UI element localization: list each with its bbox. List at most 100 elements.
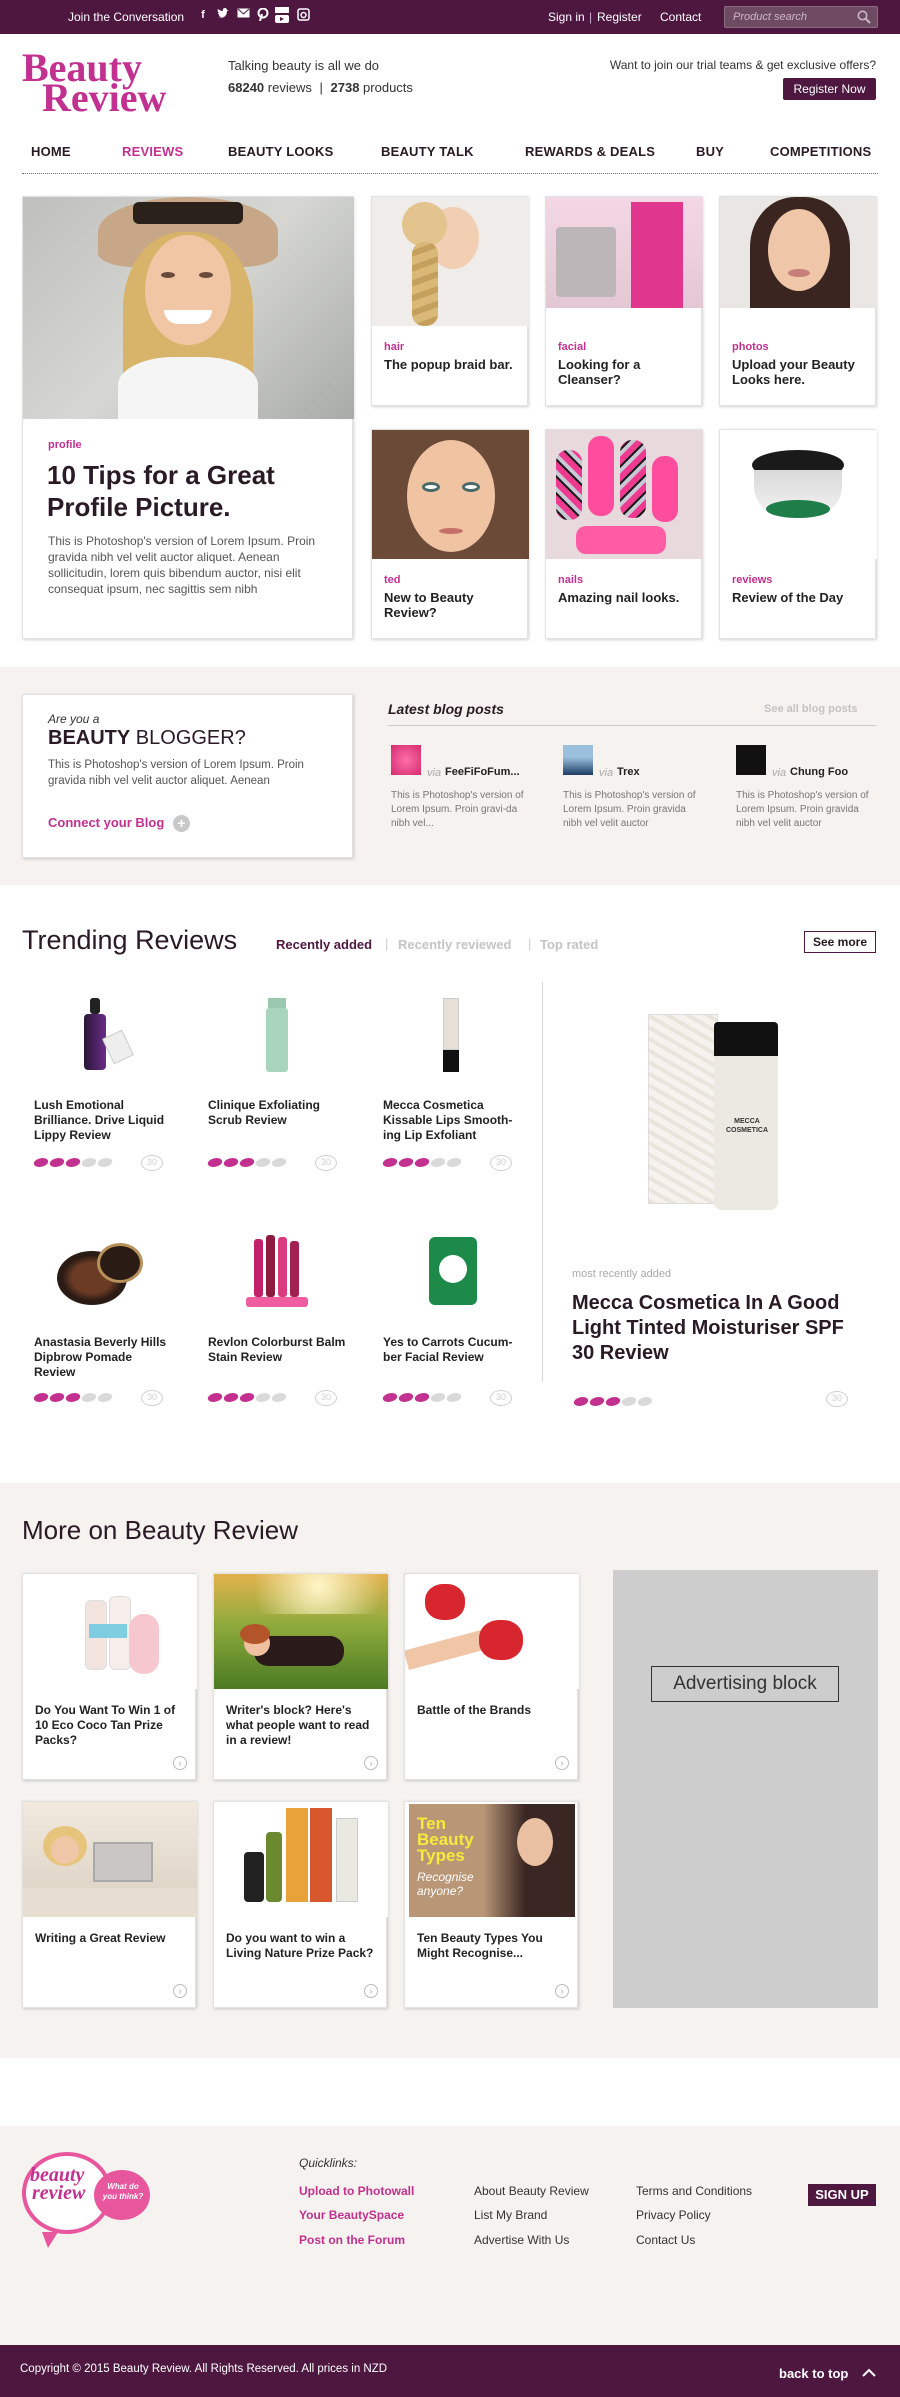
lip-rating-icon xyxy=(413,1158,431,1167)
recognise-label: Recognise anyone? xyxy=(417,1870,474,1898)
product-image xyxy=(411,1233,491,1313)
email-icon[interactable] xyxy=(236,8,250,22)
copyright-text: Copyright © 2015 Beauty Review. All Righ… xyxy=(20,2363,388,2375)
product-card[interactable]: Anastasia Beverly Hills Dipbrow Pomade R… xyxy=(22,1225,182,1410)
footer-link-upload-photowall[interactable]: Upload to Photowall xyxy=(299,2184,414,2198)
back-to-top-link[interactable]: back to top xyxy=(779,2366,848,2381)
reviews-count: 68240 xyxy=(228,80,265,95)
tile-image-braid xyxy=(372,197,529,326)
nav-buy[interactable]: BUY xyxy=(696,144,724,159)
chevron-up-icon[interactable] xyxy=(862,2365,876,2383)
footer-link-list-brand[interactable]: List My Brand xyxy=(474,2208,547,2222)
tile-card[interactable]: facial Looking for a Cleanser? xyxy=(545,196,703,406)
instagram-icon[interactable] xyxy=(296,8,310,22)
article-card[interactable]: Ten Beauty Types Recognise anyone? Ten B… xyxy=(404,1801,578,2008)
footer-link-beautyspace[interactable]: Your BeautySpace xyxy=(299,2208,404,2222)
article-card[interactable]: Do you want to win a Living Nature Prize… xyxy=(213,1801,388,2008)
tile-card[interactable]: photos Upload your Beauty Looks here. xyxy=(719,196,877,406)
arrow-right-icon[interactable]: › xyxy=(173,1984,187,1998)
product-card[interactable]: Clinique Exfoliating Scrub Review 30 xyxy=(196,990,356,1175)
tab-recently-reviewed[interactable]: Recently reviewed xyxy=(398,937,511,952)
article-card[interactable]: Writer's block? Here's what people want … xyxy=(213,1573,388,1780)
youtube-icon[interactable] xyxy=(275,7,289,23)
plus-icon[interactable]: + xyxy=(173,815,190,832)
footer-link-forum[interactable]: Post on the Forum xyxy=(299,2233,405,2247)
comment-bubble-icon: 30 xyxy=(141,1390,163,1406)
blog-post[interactable]: via FeeFiFoFum... This is Photoshop's ve… xyxy=(391,745,531,845)
beauty-review-logo[interactable]: Beauty Review xyxy=(22,48,197,120)
product-card[interactable]: Lush Emotional Brilliance. Drive Liquid … xyxy=(22,990,182,1175)
product-image xyxy=(62,998,142,1073)
article-title: Writer's block? Here's what people want … xyxy=(226,1703,370,1747)
comment-bubble-icon: 30 xyxy=(315,1390,337,1406)
via-text: via xyxy=(427,767,442,779)
see-more-button[interactable]: See more xyxy=(804,931,876,953)
footer-link-contact[interactable]: Contact Us xyxy=(636,2233,695,2247)
footer-link-advertise[interactable]: Advertise With Us xyxy=(474,2233,569,2247)
tile-card[interactable]: reviews Review of the Day xyxy=(719,429,877,639)
nav-rewards-deals[interactable]: REWARDS & DEALS xyxy=(525,144,655,159)
arrow-right-icon[interactable]: › xyxy=(173,1756,187,1770)
contact-link[interactable]: Contact xyxy=(660,10,701,24)
blog-excerpt: This is Photoshop's version of Lorem Ips… xyxy=(736,790,869,829)
via-text: via xyxy=(599,767,614,779)
nav-reviews[interactable]: REVIEWS xyxy=(122,144,183,159)
nav-competitions[interactable]: COMPETITIONS xyxy=(770,144,871,159)
advertising-block[interactable]: Advertising block xyxy=(613,1570,878,2008)
arrow-right-icon[interactable]: › xyxy=(364,1984,378,1998)
blog-author: Chung Foo xyxy=(790,766,849,778)
featured-product[interactable]: MECCA COSMETICA most recently added Mecc… xyxy=(556,982,878,1417)
see-all-blog-link[interactable]: See all blog posts xyxy=(764,703,858,715)
tile-card[interactable]: ted New to Beauty Review? xyxy=(371,429,529,639)
tile-title: Looking for a Cleanser? xyxy=(558,357,641,387)
lip-rating-icon xyxy=(48,1158,66,1167)
footer-link-about[interactable]: About Beauty Review xyxy=(474,2184,589,2198)
product-card[interactable]: Yes to Carrots Cucum-ber Facial Review 3… xyxy=(371,1225,531,1410)
register-now-button[interactable]: Register Now xyxy=(783,78,876,100)
products-label: products xyxy=(363,80,413,95)
most-recent-label: most recently added xyxy=(572,1268,672,1280)
comment-bubble-icon: 30 xyxy=(490,1390,512,1406)
footer-link-privacy[interactable]: Privacy Policy xyxy=(636,2208,711,2222)
tab-recently-added[interactable]: Recently added xyxy=(276,937,372,952)
blog-thumbnail xyxy=(391,745,421,775)
product-card[interactable]: Revlon Colorburst Balm Stain Review 30 xyxy=(196,1225,356,1410)
sign-up-button[interactable]: SIGN UP xyxy=(808,2184,876,2206)
register-link[interactable]: Register xyxy=(597,10,642,24)
arrow-right-icon[interactable]: › xyxy=(364,1756,378,1770)
article-title: Do you want to win a Living Nature Prize… xyxy=(226,1931,374,1960)
product-card[interactable]: Mecca Cosmetica Kissable Lips Smooth-ing… xyxy=(371,990,531,1175)
footer-link-terms[interactable]: Terms and Conditions xyxy=(636,2184,752,2198)
article-image-battle xyxy=(405,1574,579,1689)
twitter-icon[interactable] xyxy=(216,8,230,22)
article-card[interactable]: Battle of the Brands › xyxy=(404,1573,579,1780)
article-card[interactable]: Writing a Great Review › xyxy=(22,1801,197,2008)
blog-post[interactable]: via Trex This is Photoshop's version of … xyxy=(563,745,703,845)
search-icon[interactable] xyxy=(857,10,871,29)
nav-beauty-talk[interactable]: BEAUTY TALK xyxy=(381,144,474,159)
nav-beauty-looks[interactable]: BEAUTY LOOKS xyxy=(228,144,333,159)
tile-card[interactable]: hair The popup braid bar. xyxy=(371,196,529,406)
beauty-word: BEAUTY xyxy=(48,727,131,749)
arrow-right-icon[interactable]: › xyxy=(555,1984,569,1998)
connect-blog-link[interactable]: Connect your Blog xyxy=(48,815,164,830)
facebook-icon[interactable]: f xyxy=(196,8,210,22)
stats-separator: | xyxy=(319,80,323,95)
lip-rating-icon xyxy=(96,1158,114,1167)
tab-top-rated[interactable]: Top rated xyxy=(540,937,598,952)
article-card[interactable]: Do You Want To Win 1 of 10 Eco Coco Tan … xyxy=(22,1573,197,1780)
nav-home[interactable]: HOME xyxy=(31,144,71,159)
blog-post[interactable]: via Chung Foo This is Photoshop's versio… xyxy=(736,745,876,845)
footer-logo-bubble[interactable]: beauty review What do you think? xyxy=(22,2152,152,2252)
arrow-right-icon[interactable]: › xyxy=(555,1756,569,1770)
tile-card[interactable]: nails Amazing nail looks. xyxy=(545,429,703,639)
tile-tag: photos xyxy=(732,341,769,353)
hero-card[interactable]: profile 10 Tips for a Great Profile Pict… xyxy=(22,196,354,639)
tile-image-nails xyxy=(546,430,703,559)
pinterest-icon[interactable] xyxy=(256,7,270,22)
sign-in-link[interactable]: Sign in xyxy=(548,10,585,24)
blog-excerpt: This is Photoshop's version of Lorem Ips… xyxy=(563,790,696,829)
tile-tag: ted xyxy=(384,574,401,586)
search-input[interactable] xyxy=(725,7,850,27)
more-title: More on Beauty Review xyxy=(22,1515,299,1545)
